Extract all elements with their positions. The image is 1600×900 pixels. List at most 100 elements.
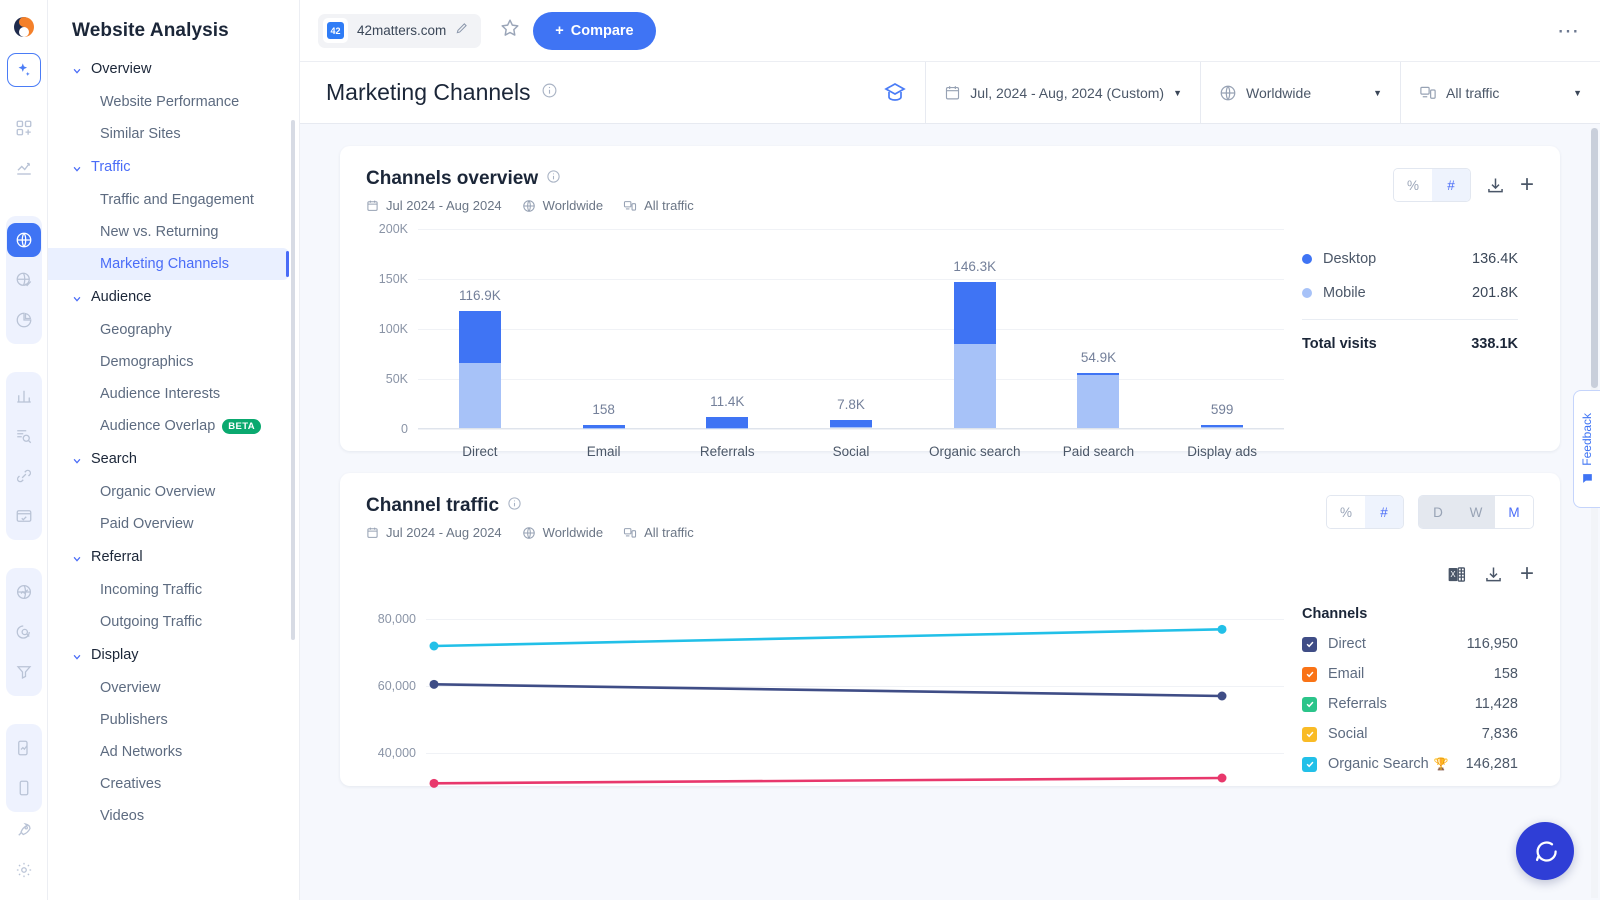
sidebar-scrollbar[interactable]	[291, 120, 295, 640]
list-search-icon[interactable]	[7, 419, 41, 453]
toggle-percent[interactable]: %	[1394, 169, 1432, 201]
similarweb-logo-icon[interactable]	[9, 10, 39, 44]
channel-checkbox[interactable]	[1302, 727, 1317, 742]
info-icon[interactable]	[507, 495, 522, 517]
toggle-percent[interactable]: %	[1327, 496, 1365, 528]
legend-row[interactable]: Desktop136.4K	[1302, 251, 1518, 267]
sidebar-item-new-vs-returning[interactable]: New vs. Returning	[48, 216, 289, 248]
line-chart-icon[interactable]	[7, 151, 41, 185]
search-circle-icon[interactable]	[7, 615, 41, 649]
globe-check-icon[interactable]	[7, 263, 41, 297]
line-data-point[interactable]	[430, 680, 439, 689]
granularity-option-d[interactable]: D	[1419, 496, 1457, 528]
legend-row[interactable]: Mobile201.8K	[1302, 285, 1518, 301]
stacked-bar[interactable]	[954, 282, 996, 428]
mobile-chart-icon[interactable]	[7, 731, 41, 765]
granularity-option-m[interactable]: M	[1495, 496, 1533, 528]
channel-legend-row[interactable]: Organic Search🏆146,281	[1302, 756, 1518, 772]
channel-legend-row[interactable]: Social7,836	[1302, 726, 1518, 742]
info-icon[interactable]	[546, 168, 561, 190]
bar-column[interactable]: 54.9KPaid search	[1037, 229, 1161, 428]
excel-export-icon[interactable]: X	[1446, 564, 1467, 585]
line-series[interactable]	[434, 778, 1222, 783]
sidebar-group-audience[interactable]: Audience	[48, 280, 289, 314]
download-icon[interactable]	[1483, 564, 1504, 585]
bar-column[interactable]: 599Display ads	[1160, 229, 1284, 428]
channel-legend-row[interactable]: Direct116,950	[1302, 636, 1518, 652]
stacked-bar[interactable]	[583, 425, 625, 428]
sidebar-item-website-performance[interactable]: Website Performance	[48, 86, 289, 118]
pie-chart-icon[interactable]	[7, 303, 41, 337]
sidebar-item-geography[interactable]: Geography	[48, 314, 289, 346]
channel-checkbox[interactable]	[1302, 637, 1317, 652]
rocket-icon[interactable]	[7, 813, 41, 847]
date-range-filter[interactable]: Jul, 2024 - Aug, 2024 (Custom) ▼	[925, 62, 1200, 123]
edit-pencil-icon[interactable]	[455, 21, 469, 40]
sidebar-item-ad-networks[interactable]: Ad Networks	[48, 736, 289, 768]
granularity-option-w[interactable]: W	[1457, 496, 1495, 528]
line-data-point[interactable]	[1218, 692, 1227, 701]
funnel-icon[interactable]	[7, 655, 41, 689]
toggle-number[interactable]: #	[1432, 169, 1470, 201]
sidebar-group-display[interactable]: Display	[48, 638, 289, 672]
sidebar-item-organic-overview[interactable]: Organic Overview	[48, 476, 289, 508]
bar-column[interactable]: 116.9KDirect	[418, 229, 542, 428]
sidebar-item-publishers[interactable]: Publishers	[48, 704, 289, 736]
ai-assistant-icon[interactable]	[7, 53, 41, 87]
channel-checkbox[interactable]	[1302, 667, 1317, 682]
card-check-icon[interactable]	[7, 499, 41, 533]
download-icon[interactable]	[1485, 175, 1506, 196]
mobile-icon[interactable]	[7, 771, 41, 805]
bar-column[interactable]: 146.3KOrganic search	[913, 229, 1037, 428]
sidebar-item-overview[interactable]: Overview	[48, 672, 289, 704]
device-filter[interactable]: All traffic ▼	[1400, 62, 1600, 123]
granularity-toggle[interactable]: DWM	[1418, 495, 1534, 529]
channel-checkbox[interactable]	[1302, 697, 1317, 712]
sidebar-group-overview[interactable]: Overview	[48, 52, 289, 86]
sidebar-item-incoming-traffic[interactable]: Incoming Traffic	[48, 574, 289, 606]
percent-number-toggle[interactable]: % #	[1326, 495, 1404, 529]
channel-legend-row[interactable]: Referrals11,428	[1302, 696, 1518, 712]
site-chip[interactable]: 42 42matters.com	[318, 14, 481, 48]
globe-icon[interactable]	[7, 223, 41, 257]
stacked-bar[interactable]	[706, 417, 748, 428]
sidebar-item-creatives[interactable]: Creatives	[48, 768, 289, 800]
sidebar-item-marketing-channels[interactable]: Marketing Channels	[48, 248, 289, 280]
stacked-bar[interactable]	[459, 311, 501, 428]
sidebar-group-referral[interactable]: Referral	[48, 540, 289, 574]
add-to-report-icon[interactable]: +	[1520, 173, 1534, 197]
more-options-icon[interactable]: ⋯	[1557, 18, 1580, 44]
geography-filter[interactable]: Worldwide ▼	[1200, 62, 1400, 123]
link-icon[interactable]	[7, 459, 41, 493]
line-series[interactable]	[434, 629, 1222, 646]
compare-button[interactable]: + Compare	[533, 12, 655, 50]
sidebar-group-search[interactable]: Search	[48, 442, 289, 476]
info-icon[interactable]	[541, 82, 558, 104]
sidebar-item-paid-overview[interactable]: Paid Overview	[48, 508, 289, 540]
sidebar-item-videos[interactable]: Videos	[48, 800, 289, 832]
sidebar-item-similar-sites[interactable]: Similar Sites	[48, 118, 289, 150]
sidebar-item-traffic-and-engagement[interactable]: Traffic and Engagement	[48, 184, 289, 216]
stacked-bar[interactable]	[1077, 373, 1119, 428]
bar-column[interactable]: 11.4KReferrals	[665, 229, 789, 428]
chat-launcher-button[interactable]	[1516, 822, 1574, 880]
line-data-point[interactable]	[1218, 774, 1227, 783]
academy-hat-icon[interactable]	[865, 62, 925, 123]
globe-trend-icon[interactable]	[7, 575, 41, 609]
gear-icon[interactable]	[7, 853, 41, 887]
bar-column[interactable]: 7.8KSocial	[789, 229, 913, 428]
favorite-star-icon[interactable]	[499, 17, 521, 44]
feedback-tab[interactable]: Feedback	[1573, 390, 1600, 508]
channel-checkbox[interactable]	[1302, 757, 1317, 772]
channel-legend-row[interactable]: Email158	[1302, 666, 1518, 682]
stacked-bar[interactable]	[1201, 425, 1243, 428]
line-data-point[interactable]	[430, 779, 439, 788]
line-data-point[interactable]	[430, 642, 439, 651]
bar-chart-icon[interactable]	[7, 379, 41, 413]
toggle-number[interactable]: #	[1365, 496, 1403, 528]
line-data-point[interactable]	[1218, 625, 1227, 634]
sidebar-item-demographics[interactable]: Demographics	[48, 346, 289, 378]
sidebar-item-audience-interests[interactable]: Audience Interests	[48, 378, 289, 410]
sidebar-item-outgoing-traffic[interactable]: Outgoing Traffic	[48, 606, 289, 638]
sidebar-item-audience-overlap[interactable]: Audience OverlapBETA	[48, 410, 289, 442]
